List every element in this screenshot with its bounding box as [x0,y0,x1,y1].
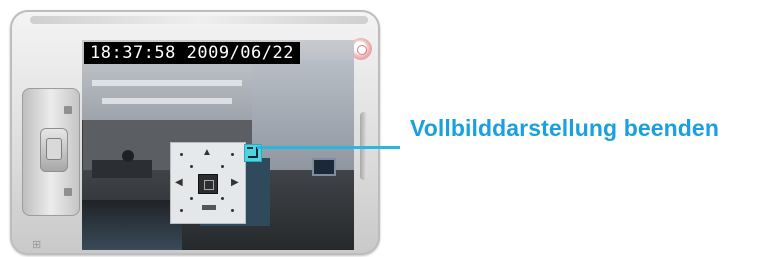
office-desk [92,160,152,178]
ptz-dot [180,153,183,156]
ptz-dot [231,209,234,212]
office-chair [122,150,134,162]
ptz-dot [180,209,183,212]
device-navigation-pad-center[interactable] [46,138,62,160]
ptz-dot [190,197,193,200]
ptz-home-button[interactable] [198,174,218,194]
callout-label: Vollbilddarstellung beenden [410,115,719,141]
triangle-down-icon[interactable] [202,205,216,210]
triangle-up-icon[interactable]: ▲ [202,148,212,158]
device-side-controls [22,88,80,216]
ceiling-light [102,98,232,104]
pda-device-frame: ⊞ 18:37:58 2009/06/22 ▲ ◀ ▶ [10,10,380,255]
triangle-right-icon[interactable]: ▶ [231,178,239,188]
ptz-dot [221,165,224,168]
side-key-bottom[interactable] [64,188,72,196]
ptz-dot [190,165,193,168]
ptz-control-panel: ▲ ◀ ▶ [170,142,246,224]
ptz-dot [221,197,224,200]
device-top-rim [30,16,368,24]
callout-pointer-line [257,146,400,149]
side-key-top[interactable] [64,106,72,114]
camera-live-view: 18:37:58 2009/06/22 ▲ ◀ ▶ [82,40,354,250]
camera-timestamp: 18:37:58 2009/06/22 [84,42,300,64]
device-navigation-pad[interactable] [40,128,68,172]
exit-fullscreen-icon-bar [247,147,253,149]
ceiling-light [92,80,242,86]
windows-logo-icon: ⊞ [32,239,42,251]
foreground-chair [82,200,182,250]
triangle-left-icon[interactable]: ◀ [175,178,183,188]
ptz-dot [231,153,234,156]
office-monitor [312,158,336,176]
